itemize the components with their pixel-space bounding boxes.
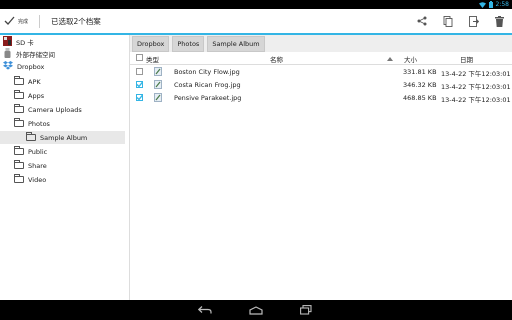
sidebar-item-label: SD 卡 — [16, 38, 34, 47]
file-panel: Dropbox Photos Sample Album 类型 名称 大小 日期 … — [130, 35, 512, 300]
sidebar-item-label: Sample Album — [40, 133, 88, 142]
wifi-icon — [478, 1, 486, 8]
sidebar-item-label: Public — [28, 147, 48, 156]
column-date[interactable]: 日期 — [460, 54, 473, 64]
clock: 2:58 — [495, 1, 509, 8]
status-bar: 2:58 — [0, 0, 512, 9]
sort-ascending-icon — [387, 55, 393, 63]
sidebar-item-apk[interactable]: APK — [0, 75, 143, 88]
file-size: 346.32 KB — [403, 81, 437, 89]
folder-icon — [14, 160, 24, 169]
file-date: 13-4-22 下午12:03:01 — [441, 70, 511, 78]
sidebar-item-label: Video — [28, 175, 47, 184]
folder-icon — [14, 146, 24, 155]
usb-storage-icon — [3, 47, 12, 60]
sidebar-item-external-storage[interactable]: 外部存储空间 — [0, 47, 132, 60]
move-icon[interactable] — [467, 14, 481, 28]
file-size: 468.85 KB — [403, 94, 437, 102]
sidebar-item-label: Share — [28, 161, 47, 170]
column-type[interactable]: 类型 — [146, 54, 159, 64]
breadcrumb-item-dropbox[interactable]: Dropbox — [132, 35, 170, 52]
dropbox-icon — [3, 61, 13, 72]
row-checkbox[interactable] — [136, 68, 143, 75]
sidebar-item-public[interactable]: Public — [0, 145, 143, 158]
image-file-icon — [154, 67, 162, 76]
selection-title: 已选取2个档案 — [51, 17, 101, 26]
file-size: 331.81 KB — [403, 68, 437, 76]
sidebar-item-dropbox[interactable]: Dropbox — [0, 60, 132, 73]
sidebar-item-camera-uploads[interactable]: Camera Uploads — [0, 103, 143, 116]
share-icon[interactable] — [415, 14, 429, 28]
row-checkbox[interactable] — [136, 81, 143, 88]
action-bar: 完成 已选取2个档案 — [0, 9, 512, 34]
table-header: 类型 名称 大小 日期 — [130, 52, 512, 65]
delete-icon[interactable] — [492, 14, 506, 28]
file-name: Boston City Flow.jpg — [174, 68, 240, 76]
select-all-checkbox[interactable] — [136, 54, 143, 61]
done-button[interactable]: 完成 — [4, 13, 28, 30]
image-file-icon — [154, 93, 162, 102]
divider — [39, 15, 40, 28]
sidebar-item-label: Photos — [28, 119, 50, 128]
column-name[interactable]: 名称 — [270, 54, 283, 64]
file-name: Pensive Parakeet.jpg — [174, 94, 242, 102]
folder-icon — [14, 76, 24, 85]
battery-icon — [488, 1, 493, 8]
folder-icon — [14, 104, 24, 113]
image-file-icon — [154, 80, 162, 89]
folder-icon — [14, 174, 24, 183]
breadcrumb-item-sample-album[interactable]: Sample Album — [207, 35, 265, 52]
sidebar-item-label: Dropbox — [17, 62, 45, 71]
copy-icon[interactable] — [441, 14, 455, 28]
sidebar-item-video[interactable]: Video — [0, 173, 143, 186]
sidebar-item-label: APK — [28, 77, 41, 86]
column-size[interactable]: 大小 — [404, 54, 417, 64]
table-row[interactable]: Pensive Parakeet.jpg 468.85 KB 13-4-22 下… — [130, 91, 512, 104]
home-icon[interactable] — [249, 303, 263, 317]
breadcrumb-item-photos[interactable]: Photos — [172, 35, 205, 52]
navigation-bar — [0, 300, 512, 320]
file-date: 13-4-22 下午12:03:01 — [441, 96, 511, 104]
file-name: Costa Rican Frog.jpg — [174, 81, 241, 89]
table-row[interactable]: Costa Rican Frog.jpg 346.32 KB 13-4-22 下… — [130, 78, 512, 91]
sidebar-item-sample-album[interactable]: Sample Album — [0, 131, 125, 144]
recent-apps-icon[interactable] — [299, 303, 313, 317]
sidebar-item-photos[interactable]: Photos — [0, 117, 143, 130]
file-date: 13-4-22 下午12:03:01 — [441, 83, 511, 91]
sd-card-icon — [3, 35, 12, 48]
sidebar-item-apps[interactable]: Apps — [0, 89, 143, 102]
breadcrumb: Dropbox Photos Sample Album — [130, 35, 512, 52]
folder-icon — [14, 90, 24, 99]
done-label: 完成 — [18, 19, 29, 25]
folder-icon — [14, 118, 24, 127]
sidebar-item-label: Apps — [28, 91, 45, 100]
row-checkbox[interactable] — [136, 94, 143, 101]
back-icon[interactable] — [198, 303, 212, 317]
sidebar-item-label: Camera Uploads — [28, 105, 82, 114]
sidebar-item-share[interactable]: Share — [0, 159, 143, 172]
sidebar-item-label: 外部存储空间 — [16, 50, 55, 59]
checkmark-icon — [4, 16, 15, 27]
sidebar-tree: SD 卡 外部存储空间 Dropbox APK Apps Camera Uplo… — [0, 35, 130, 300]
folder-icon — [26, 132, 36, 141]
table-row[interactable]: Boston City Flow.jpg 331.81 KB 13-4-22 下… — [130, 65, 512, 78]
